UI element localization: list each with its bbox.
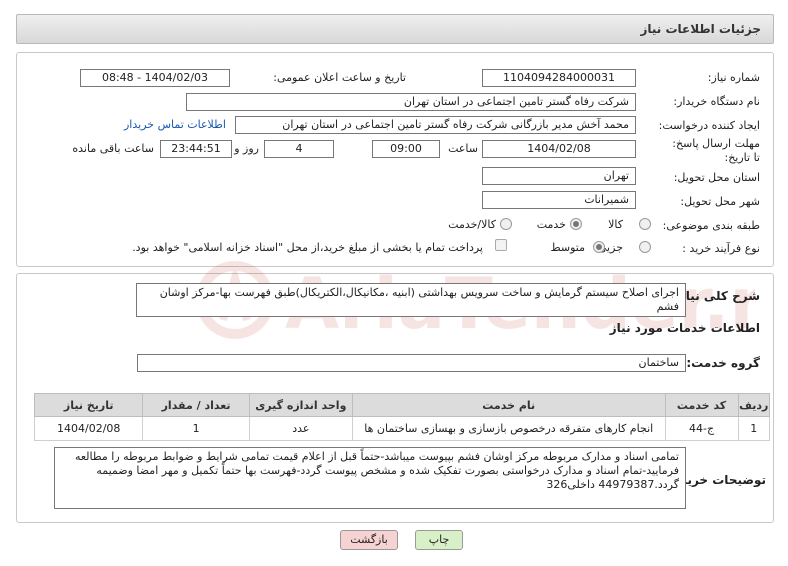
service-group-field[interactable]: ساختمان xyxy=(137,354,686,372)
service-group-label: گروه خدمت: xyxy=(686,356,760,370)
announce-label: تاریخ و ساعت اعلان عمومی: xyxy=(273,71,406,84)
summary-textarea[interactable]: اجرای اصلاح سیستم گرمایش و ساخت سرویس به… xyxy=(136,283,686,317)
deadline-time-label: ساعت xyxy=(448,142,478,155)
buyer-org-label: نام دستگاه خریدار: xyxy=(673,95,760,108)
col-row-number: ردیف xyxy=(737,393,771,417)
category-radio-service[interactable] xyxy=(570,218,582,230)
time-remaining-field[interactable]: 23:44:51 xyxy=(160,140,232,158)
time-remaining-label: ساعت باقی مانده xyxy=(72,142,154,155)
deadline-date-field[interactable]: 1404/02/08 xyxy=(482,140,636,158)
days-label: روز و xyxy=(234,142,259,155)
cell-row-number: 1 xyxy=(737,416,771,441)
cell-quantity: 1 xyxy=(142,416,250,441)
buyer-notes-textarea[interactable]: تمامی اسناد و مدارک مربوطه مرکز اوشان فش… xyxy=(54,447,686,509)
process-label: نوع فرآیند خرید : xyxy=(682,242,760,255)
requester-label: ایجاد کننده درخواست: xyxy=(658,119,760,132)
summary-label: شرح کلی نیاز: xyxy=(674,289,760,303)
category-option-goods: کالا xyxy=(608,218,623,231)
buyer-contact-link[interactable]: اطلاعات تماس خریدار xyxy=(124,118,226,131)
buyer-org-field[interactable]: شرکت رفاه گستر تامین اجتماعی در استان ته… xyxy=(186,93,636,111)
treasury-checkbox[interactable] xyxy=(495,239,507,251)
need-number-label: شماره نیاز: xyxy=(707,71,760,84)
province-label: استان محل تحویل: xyxy=(673,171,760,184)
cell-need-date: 1404/02/08 xyxy=(33,416,144,441)
page-title: جزئیات اطلاعات نیاز xyxy=(640,22,761,36)
col-service-code: کد خدمت xyxy=(664,393,739,417)
cell-unit: عدد xyxy=(248,416,353,441)
need-number-field[interactable]: 1104094284000031 xyxy=(482,69,636,87)
col-quantity: تعداد / مقدار xyxy=(142,393,250,417)
services-table: ردیف کد خدمت نام خدمت واحد اندازه گیری ت… xyxy=(33,393,771,441)
city-label: شهر محل تحویل: xyxy=(680,195,760,208)
category-option-goods-service: کالا/خدمت xyxy=(448,218,496,231)
days-remaining-field[interactable]: 4 xyxy=(264,140,334,158)
announce-field[interactable]: 1404/02/03 - 08:48 xyxy=(80,69,230,87)
col-need-date: تاریخ نیاز xyxy=(33,393,144,417)
category-option-service: خدمت xyxy=(536,218,566,231)
services-heading: اطلاعات خدمات مورد نیاز xyxy=(609,321,760,335)
table-header-row: ردیف کد خدمت نام خدمت واحد اندازه گیری ت… xyxy=(33,393,771,417)
treasury-note: پرداخت تمام یا بخشی از مبلغ خرید،از محل … xyxy=(132,241,483,254)
requester-field[interactable]: محمد آخش مدیر بازرگانی شرکت رفاه گستر تا… xyxy=(235,116,636,134)
col-service-name: نام خدمت xyxy=(351,393,666,417)
province-field[interactable]: تهران xyxy=(482,167,636,185)
cell-service-code: ج-44 xyxy=(664,416,739,441)
print-button[interactable]: چاپ xyxy=(415,530,463,550)
city-field[interactable]: شمیرانات xyxy=(482,191,636,209)
cell-service-name: انجام کارهای متفرقه درخصوص بازسازی و بهس… xyxy=(351,416,666,441)
category-radio-goods-service[interactable] xyxy=(500,218,512,230)
back-button[interactable]: بازگشت xyxy=(340,530,398,550)
process-radio-minor[interactable] xyxy=(639,241,651,253)
table-row: 1 ج-44 انجام کارهای متفرقه درخصوص بازساز… xyxy=(33,416,771,441)
deadline-label: مهلت ارسال پاسخ: تا تاریخ: xyxy=(672,137,760,164)
col-unit: واحد اندازه گیری xyxy=(248,393,353,417)
process-radio-medium[interactable] xyxy=(593,241,605,253)
process-option-medium: متوسط xyxy=(550,241,585,254)
deadline-time-field[interactable]: 09:00 xyxy=(372,140,440,158)
category-label: طبقه بندی موضوعی: xyxy=(662,219,760,232)
panel-header: جزئیات اطلاعات نیاز xyxy=(16,14,774,44)
category-radio-goods[interactable] xyxy=(639,218,651,230)
